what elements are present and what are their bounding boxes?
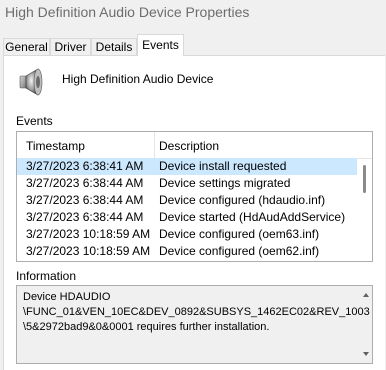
speaker-icon <box>18 67 48 97</box>
window-title: High Definition Audio Device Properties <box>5 4 250 20</box>
scroll-up-arrow-icon[interactable] <box>363 293 369 297</box>
column-header-timestamp[interactable]: Timestamp <box>26 139 85 153</box>
scroll-down-arrow-icon[interactable] <box>363 352 369 356</box>
event-timestamp: 3/27/2023 6:38:41 AM <box>26 159 144 173</box>
tab-general[interactable]: General <box>3 38 50 55</box>
title-bar: High Definition Audio Device Properties <box>0 0 386 26</box>
column-divider[interactable] <box>154 132 155 158</box>
information-line: \5&2972bad9&0&0001 requires further inst… <box>23 321 270 333</box>
event-timestamp: 3/27/2023 10:18:59 AM <box>26 227 151 241</box>
information-group-label: Information <box>16 269 77 283</box>
event-timestamp: 3/27/2023 10:18:59 AM <box>26 244 151 258</box>
column-header-description[interactable]: Description <box>159 139 219 153</box>
event-description: Device settings migrated <box>159 176 291 190</box>
event-row[interactable]: 3/27/2023 6:38:44 AM Device started (HdA… <box>17 209 357 226</box>
events-list-header: Timestamp Description <box>17 132 372 159</box>
event-description: Device configured (hdaudio.inf) <box>159 193 326 207</box>
event-timestamp: 3/27/2023 6:38:44 AM <box>26 193 144 207</box>
tab-events[interactable]: Events <box>137 34 184 56</box>
event-description: Device started (HdAudAddService) <box>159 210 346 224</box>
event-description: Device configured (oem62.inf) <box>159 244 320 258</box>
tab-details[interactable]: Details <box>91 38 137 55</box>
event-description: Device configured (oem63.inf) <box>159 227 320 241</box>
tab-driver[interactable]: Driver <box>50 38 91 55</box>
event-row[interactable]: 3/27/2023 10:18:59 AM Device configured … <box>17 243 357 260</box>
event-description: Device install requested <box>159 159 287 173</box>
events-rows: 3/27/2023 6:38:41 AM Device install requ… <box>17 158 357 260</box>
properties-window: High Definition Audio Device Properties … <box>0 0 386 370</box>
event-row[interactable]: 3/27/2023 6:38:44 AM Device configured (… <box>17 192 357 209</box>
events-scrollbar-thumb[interactable] <box>363 165 366 193</box>
event-row[interactable]: 3/27/2023 10:18:59 AM Device configured … <box>17 226 357 243</box>
event-timestamp: 3/27/2023 6:38:44 AM <box>26 210 144 224</box>
information-line: \FUNC_01&VEN_10EC&DEV_0892&SUBSYS_1462EC… <box>23 306 370 318</box>
event-timestamp: 3/27/2023 6:38:44 AM <box>26 176 144 190</box>
events-tab-panel: High Definition Audio Device Events Time… <box>3 55 385 370</box>
event-row[interactable]: 3/27/2023 6:38:41 AM Device install requ… <box>17 158 357 175</box>
events-group-label: Events <box>16 114 53 128</box>
device-name: High Definition Audio Device <box>62 72 214 86</box>
information-line: Device HDAUDIO <box>23 291 111 303</box>
event-row[interactable]: 3/27/2023 6:38:44 AM Device settings mig… <box>17 175 357 192</box>
events-list[interactable]: Timestamp Description 3/27/2023 6:38:41 … <box>16 131 373 262</box>
information-text-box[interactable]: Device HDAUDIO \FUNC_01&VEN_10EC&DEV_089… <box>16 285 373 364</box>
